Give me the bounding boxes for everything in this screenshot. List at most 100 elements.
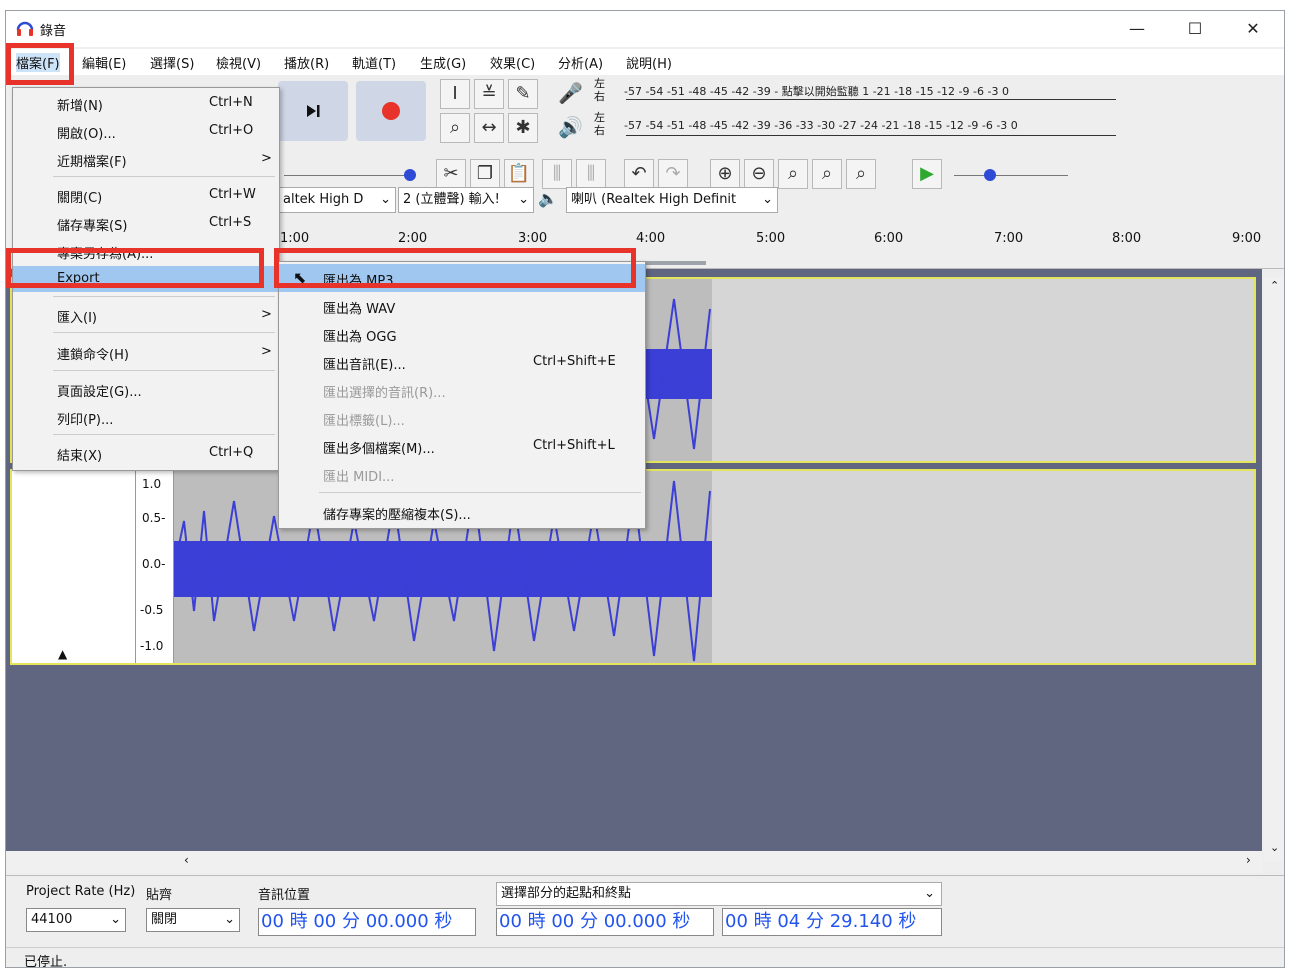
export-ogg[interactable]: 匯出為 OGG bbox=[279, 320, 645, 348]
microphone-icon[interactable]: 🎤 bbox=[558, 81, 583, 105]
file-menu-dropdown: 新增(N) Ctrl+N 開啟(O)... Ctrl+O 近期檔案(F) > 關… bbox=[12, 87, 280, 471]
menu-view[interactable]: 檢視(V) bbox=[216, 53, 261, 72]
close-button[interactable]: ✕ bbox=[1230, 15, 1276, 43]
speaker-icon[interactable]: 🔊 bbox=[558, 115, 583, 139]
file-menu-save-as[interactable]: 專案另存為(A)... bbox=[13, 238, 279, 264]
multi-tool-button[interactable]: ✱ bbox=[508, 113, 538, 143]
file-menu-export[interactable]: Export bbox=[13, 266, 279, 292]
silence-button[interactable]: ⫼ bbox=[576, 159, 606, 189]
zoom-out-button[interactable]: ⊖ bbox=[744, 159, 774, 189]
menu-item-label: 新增(N) bbox=[57, 99, 103, 114]
record-icon bbox=[382, 102, 400, 120]
record-meter-line bbox=[626, 99, 1116, 100]
status-bar: 已停止. bbox=[6, 947, 1284, 967]
maximize-button[interactable]: ☐ bbox=[1172, 15, 1218, 43]
menu-item-label: 匯出音訊(E)... bbox=[323, 358, 406, 373]
snap-select[interactable]: 關閉 ⌄ bbox=[146, 908, 240, 932]
menu-item-label: 結束(X) bbox=[57, 449, 103, 464]
file-menu-close[interactable]: 關閉(C) Ctrl+W bbox=[13, 182, 279, 208]
zoom-toggle-icon: ⌕ bbox=[855, 163, 867, 184]
output-device-select[interactable]: 喇叭 (Realtek High Definit ⌄ bbox=[566, 187, 778, 213]
menu-generate[interactable]: 生成(G) bbox=[420, 53, 466, 72]
menu-effect[interactable]: 效果(C) bbox=[490, 53, 535, 72]
paste-button[interactable]: 📋 bbox=[504, 159, 534, 189]
draw-tool-button[interactable]: ✎ bbox=[508, 79, 538, 109]
menu-select[interactable]: 選擇(S) bbox=[150, 53, 194, 72]
fit-selection-button[interactable]: ⌕ bbox=[778, 159, 808, 189]
undo-button[interactable]: ↶ bbox=[624, 159, 654, 189]
file-menu-open[interactable]: 開啟(O)... Ctrl+O bbox=[13, 118, 279, 144]
export-labels[interactable]: 匯出標籤(L)... bbox=[279, 404, 645, 432]
menu-item-label: 匯出為 MP3 bbox=[323, 274, 394, 289]
audio-position-field[interactable]: 00 時 00 分 00.000 秒 bbox=[258, 908, 476, 936]
export-audio[interactable]: 匯出音訊(E)... Ctrl+Shift+E bbox=[279, 348, 645, 376]
selection-start-field[interactable]: 00 時 00 分 00.000 秒 bbox=[496, 908, 714, 936]
selection-mode-select[interactable]: 選擇部分的起點和終點 ⌄ bbox=[496, 882, 942, 906]
file-menu-recent[interactable]: 近期檔案(F) > bbox=[13, 146, 279, 172]
track-control-panel[interactable]: ▲ bbox=[12, 471, 136, 663]
envelope-tool-button[interactable]: ≚ bbox=[474, 79, 504, 109]
record-meter[interactable]: -57 -54 -51 -48 -45 -42 -39 - 點擊以開始監聽 1 … bbox=[624, 83, 1009, 103]
ibeam-icon: I bbox=[452, 83, 458, 104]
export-midi[interactable]: 匯出 MIDI... bbox=[279, 460, 645, 488]
save-compressed-copy[interactable]: 儲存專案的壓縮複本(S)... bbox=[279, 498, 645, 526]
export-mp3[interactable]: ⬉ 匯出為 MP3 bbox=[279, 264, 645, 292]
input-device-value: altek High D bbox=[283, 192, 364, 207]
export-wav[interactable]: 匯出為 WAV bbox=[279, 292, 645, 320]
playback-meter[interactable]: -57 -54 -51 -48 -45 -42 -39 -36 -33 -30 … bbox=[624, 119, 1018, 139]
export-selected-audio[interactable]: 匯出選擇的音訊(R)... bbox=[279, 376, 645, 404]
scissors-icon: ✂ bbox=[443, 163, 459, 184]
menu-transport[interactable]: 播放(R) bbox=[284, 53, 329, 72]
double-arrow-icon: ↔ bbox=[481, 117, 497, 138]
input-device-select[interactable]: altek High D ⌄ bbox=[278, 187, 396, 213]
copy-button[interactable]: ❐ bbox=[470, 159, 500, 189]
selection-end-field[interactable]: 00 時 04 分 29.140 秒 bbox=[722, 908, 942, 936]
zoom-in-button[interactable]: ⊕ bbox=[710, 159, 740, 189]
scroll-up-icon[interactable]: ⌃ bbox=[1270, 279, 1279, 292]
channels-select[interactable]: 2 (立體聲) 輸入! ⌄ bbox=[398, 187, 534, 213]
menu-tracks[interactable]: 軌道(T) bbox=[352, 53, 396, 72]
zoom-toggle-button[interactable]: ⌕ bbox=[846, 159, 876, 189]
recording-volume-slider[interactable] bbox=[284, 175, 414, 176]
horizontal-scrollbar[interactable]: ‹ › bbox=[6, 851, 1262, 873]
file-menu-chains[interactable]: 連鎖命令(H) > bbox=[13, 339, 279, 365]
file-menu-exit[interactable]: 結束(X) Ctrl+Q bbox=[13, 440, 279, 466]
menu-edit[interactable]: 編輯(E) bbox=[82, 53, 126, 72]
menu-separator bbox=[53, 370, 275, 371]
scroll-down-icon[interactable]: ⌄ bbox=[1270, 841, 1279, 854]
skip-end-button[interactable] bbox=[278, 81, 348, 141]
export-multiple[interactable]: 匯出多個檔案(M)... Ctrl+Shift+L bbox=[279, 432, 645, 460]
playback-speed-slider[interactable] bbox=[954, 175, 1068, 176]
minimize-button[interactable]: — bbox=[1114, 15, 1160, 43]
menu-separator bbox=[53, 332, 275, 333]
file-menu-page-setup[interactable]: 頁面設定(G)... bbox=[13, 376, 279, 402]
timeshift-tool-button[interactable]: ↔ bbox=[474, 113, 504, 143]
scroll-right-icon[interactable]: › bbox=[1246, 853, 1251, 867]
menu-file[interactable]: 檔案(F) bbox=[16, 53, 60, 72]
file-menu-new[interactable]: 新增(N) Ctrl+N bbox=[13, 90, 279, 116]
file-menu-import[interactable]: 匯入(I) > bbox=[13, 302, 279, 328]
selection-tool-button[interactable]: I bbox=[440, 79, 470, 109]
vertical-scrollbar[interactable]: ⌃ ⌄ bbox=[1264, 277, 1284, 861]
menu-separator bbox=[319, 492, 641, 493]
redo-button[interactable]: ↷ bbox=[658, 159, 688, 189]
project-rate-select[interactable]: 44100 ⌄ bbox=[26, 908, 126, 932]
chevron-down-icon: ⌄ bbox=[110, 912, 121, 927]
trim-button[interactable]: ⫼ bbox=[542, 159, 572, 189]
recording-volume-thumb[interactable] bbox=[404, 169, 416, 181]
scroll-left-icon[interactable]: ‹ bbox=[184, 853, 189, 867]
menu-help[interactable]: 說明(H) bbox=[626, 53, 672, 72]
menu-analyze[interactable]: 分析(A) bbox=[558, 53, 603, 72]
collapse-track-icon[interactable]: ▲ bbox=[58, 647, 67, 661]
skip-end-icon bbox=[307, 105, 320, 117]
menu-item-label: 關閉(C) bbox=[57, 191, 103, 206]
file-menu-save[interactable]: 儲存專案(S) Ctrl+S bbox=[13, 210, 279, 236]
cut-button[interactable]: ✂ bbox=[436, 159, 466, 189]
menu-item-label: 匯出選擇的音訊(R)... bbox=[323, 386, 446, 401]
zoom-tool-button[interactable]: ⌕ bbox=[440, 113, 470, 143]
record-button[interactable] bbox=[356, 81, 426, 141]
playback-speed-thumb[interactable] bbox=[984, 169, 996, 181]
file-menu-print[interactable]: 列印(P)... bbox=[13, 404, 279, 430]
fit-project-button[interactable]: ⌕ bbox=[812, 159, 842, 189]
play-at-speed-button[interactable]: ▶ bbox=[912, 159, 942, 189]
